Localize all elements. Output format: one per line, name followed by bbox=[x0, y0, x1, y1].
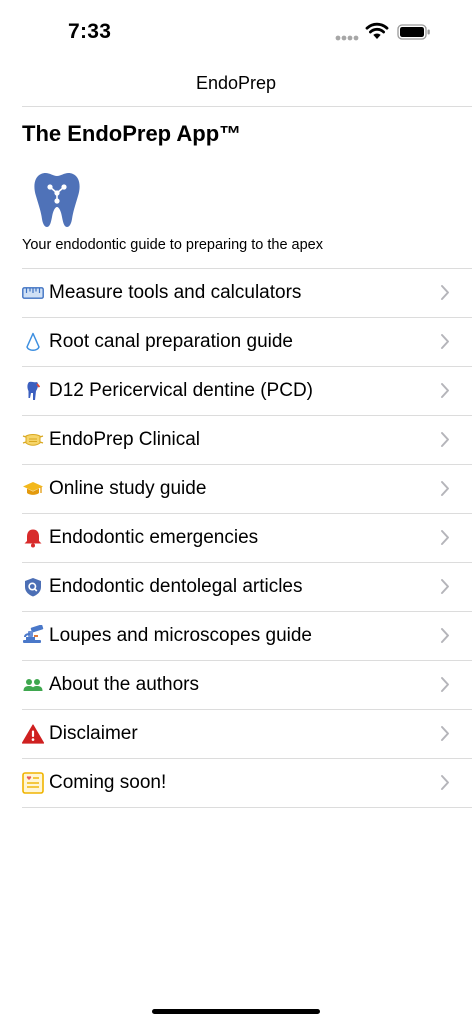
menu-item-endodontic-emergencies[interactable]: Endodontic emergencies bbox=[22, 513, 472, 562]
chevron-right-icon bbox=[440, 676, 450, 698]
menu-item-label: Online study guide bbox=[49, 478, 207, 499]
battery-icon bbox=[397, 24, 431, 40]
menu-item-label: About the authors bbox=[49, 674, 199, 695]
chevron-right-icon bbox=[440, 284, 450, 306]
ruler-icon bbox=[22, 282, 44, 304]
chevron-right-icon bbox=[440, 725, 450, 747]
microscope-icon bbox=[22, 625, 44, 647]
wifi-icon bbox=[365, 22, 389, 40]
home-indicator[interactable] bbox=[152, 1009, 320, 1014]
graduation-cap-icon bbox=[22, 478, 44, 500]
menu-item-endoprep-clinical[interactable]: EndoPrep Clinical bbox=[22, 415, 472, 464]
menu-item-label: Measure tools and calculators bbox=[49, 282, 302, 303]
menu-item-loupes-microscopes[interactable]: Loupes and microscopes guide bbox=[22, 611, 472, 660]
menu-item-measure-tools[interactable]: Measure tools and calculators bbox=[22, 268, 472, 317]
warning-icon bbox=[22, 723, 44, 745]
drop-icon bbox=[22, 331, 44, 353]
menu-item-label: Loupes and microscopes guide bbox=[49, 625, 313, 646]
menu-item-label: D12 Pericervical dentine (PCD) bbox=[49, 380, 313, 401]
menu-item-label: Endodontic emergencies bbox=[49, 527, 259, 548]
status-bar: 7:33 bbox=[0, 0, 472, 60]
tooth-drill-icon bbox=[22, 380, 44, 402]
menu-item-online-study-guide[interactable]: Online study guide bbox=[22, 464, 472, 513]
tooth-logo-icon bbox=[32, 172, 82, 233]
chevron-right-icon bbox=[440, 578, 450, 600]
shield-search-icon bbox=[22, 576, 44, 598]
chevron-right-icon bbox=[440, 774, 450, 796]
menu-item-coming-soon[interactable]: Coming soon! bbox=[22, 758, 472, 808]
menu-item-label: Coming soon! bbox=[49, 772, 167, 793]
status-time: 7:33 bbox=[68, 20, 112, 43]
nav-divider bbox=[22, 106, 472, 107]
menu-item-label: EndoPrep Clinical bbox=[49, 429, 201, 450]
bell-icon bbox=[22, 527, 44, 549]
menu-item-pericervical-dentine[interactable]: D12 Pericervical dentine (PCD) bbox=[22, 366, 472, 415]
menu-item-disclaimer[interactable]: Disclaimer bbox=[22, 709, 472, 758]
people-icon bbox=[22, 674, 44, 696]
chevron-right-icon bbox=[440, 480, 450, 502]
menu-item-label: Disclaimer bbox=[49, 723, 138, 744]
menu-item-label: Root canal preparation guide bbox=[49, 331, 294, 352]
menu-item-label: Endodontic dentolegal articles bbox=[49, 576, 303, 597]
page-title: The EndoPrep App™ bbox=[22, 121, 242, 146]
menu-list: Measure tools and calculators Root canal… bbox=[22, 268, 472, 808]
chevron-right-icon bbox=[440, 333, 450, 355]
notice-board-icon bbox=[22, 772, 44, 794]
chevron-right-icon bbox=[440, 627, 450, 649]
chevron-right-icon bbox=[440, 382, 450, 404]
menu-item-root-canal-guide[interactable]: Root canal preparation guide bbox=[22, 317, 472, 366]
nav-title: EndoPrep bbox=[195, 73, 277, 93]
signal-dots-icon bbox=[335, 35, 359, 41]
chevron-right-icon bbox=[440, 431, 450, 453]
face-mask-icon bbox=[22, 429, 44, 451]
menu-item-about-authors[interactable]: About the authors bbox=[22, 660, 472, 709]
chevron-right-icon bbox=[440, 529, 450, 551]
tagline: Your endodontic guide to preparing to th… bbox=[22, 237, 323, 253]
menu-item-dentolegal-articles[interactable]: Endodontic dentolegal articles bbox=[22, 562, 472, 611]
navigation-bar: EndoPrep bbox=[0, 60, 472, 107]
